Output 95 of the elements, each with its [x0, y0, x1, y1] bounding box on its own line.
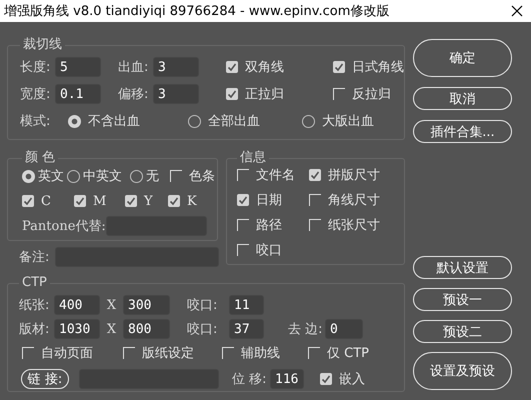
radio-label: 无	[146, 168, 159, 185]
checkbox[interactable]	[168, 195, 180, 207]
dialog-button[interactable]: 确定	[413, 39, 512, 77]
input-field[interactable]: 1030	[54, 319, 100, 339]
input-field[interactable]: 11	[229, 295, 264, 315]
checkbox[interactable]	[74, 195, 86, 207]
input-field[interactable]: 800	[123, 319, 170, 339]
field-label: 出血:	[118, 59, 150, 76]
group-title: 裁切线	[22, 37, 63, 53]
dialog-button[interactable]: 设置及预设	[413, 352, 512, 390]
radio-label: 全部出血	[208, 113, 260, 130]
checkbox[interactable]	[226, 61, 238, 73]
input-field[interactable]: 3	[153, 57, 199, 77]
checkbox-label: 嵌入	[339, 371, 365, 388]
close-icon[interactable]	[511, 5, 523, 17]
checkbox-label: 路径	[256, 217, 282, 234]
input-field[interactable]: 0.1	[55, 84, 101, 104]
field-label: 长度:	[20, 59, 52, 76]
input-field[interactable]: 5	[55, 57, 101, 77]
radio-label: 大版出血	[322, 113, 374, 130]
checkbox[interactable]	[237, 169, 249, 181]
input-field[interactable]: 37	[229, 319, 264, 339]
checkbox-label: 自动页面	[41, 345, 93, 362]
group-title: CTP	[21, 275, 48, 291]
radio-button[interactable]	[68, 114, 81, 128]
checkbox[interactable]	[22, 195, 34, 207]
radio-button[interactable]	[67, 170, 80, 182]
checkbox[interactable]	[308, 347, 320, 359]
field-label: 咬口:	[187, 297, 218, 314]
field-label: 偏移:	[118, 86, 150, 103]
input-field[interactable]: 116	[270, 369, 304, 389]
checkbox-label: 色条	[189, 168, 215, 185]
radio-label: 不含出血	[88, 113, 140, 130]
checkbox[interactable]	[237, 244, 249, 256]
checkbox[interactable]	[22, 347, 34, 359]
checkbox[interactable]	[333, 88, 345, 100]
checkbox[interactable]	[222, 347, 234, 359]
field-label: 备注:	[19, 249, 50, 266]
checkbox-label: 纸张尺寸	[328, 217, 380, 234]
checkbox-label: 反拉归	[352, 86, 391, 103]
checkbox[interactable]	[309, 194, 321, 206]
checkbox-label: 辅助线	[241, 345, 280, 362]
times-label: X	[106, 298, 118, 312]
radio-button[interactable]	[22, 170, 35, 182]
input-field[interactable]: 300	[123, 295, 170, 315]
times-label: X	[106, 322, 118, 336]
checkbox-label: 正拉归	[245, 86, 284, 103]
checkbox-label: 日期	[256, 192, 282, 209]
field-label: 位 移:	[232, 371, 268, 388]
group-title: 信息	[239, 150, 267, 166]
input-field[interactable]: 3	[153, 84, 199, 104]
checkbox-label: C	[41, 194, 51, 208]
dialog-button[interactable]: 取消	[413, 87, 512, 110]
checkbox[interactable]	[226, 88, 238, 100]
checkbox-label: 版纸设定	[142, 345, 194, 362]
radio-button[interactable]	[130, 170, 143, 182]
checkbox-label: 日式角线	[352, 59, 404, 76]
field-label: Pantone代替:	[22, 218, 106, 235]
radio-label: 英文	[38, 168, 64, 185]
field-label: 去 边:	[288, 321, 324, 338]
field-label: 版材:	[19, 321, 50, 338]
input-field[interactable]: 0	[325, 319, 363, 339]
checkbox-label: M	[93, 194, 106, 208]
checkbox[interactable]	[333, 61, 345, 73]
radio-button[interactable]	[188, 114, 201, 128]
dialog-button[interactable]: 预设一	[413, 288, 512, 311]
checkbox[interactable]	[309, 219, 321, 231]
checkbox-label: K	[187, 194, 197, 208]
radio-label: 中英文	[83, 168, 122, 185]
checkbox[interactable]	[123, 347, 135, 359]
checkbox-label: Y	[144, 194, 153, 208]
field-label: 纸张:	[19, 297, 50, 314]
checkbox-label: 拼版尺寸	[328, 167, 380, 184]
dialog-button[interactable]: 默认设置	[413, 256, 512, 279]
checkbox[interactable]	[309, 169, 321, 181]
checkbox-label: 角线尺寸	[328, 192, 380, 209]
dialog-button[interactable]: 插件合集...	[413, 120, 512, 143]
checkbox-label: 咬口	[256, 242, 282, 259]
radio-button[interactable]	[302, 114, 315, 128]
mode-label: 模式:	[20, 113, 52, 130]
checkbox[interactable]	[320, 373, 332, 385]
checkbox[interactable]	[237, 194, 249, 206]
field-label: 宽度:	[20, 86, 52, 103]
checkbox-label: 双角线	[245, 59, 284, 76]
dialog-button[interactable]: 预设二	[413, 320, 512, 343]
link-button[interactable]: 链 接:	[21, 369, 69, 389]
group-title: 颜 色	[24, 150, 56, 166]
checkbox-label: 仅 CTP	[327, 345, 369, 362]
checkbox-label: 文件名	[256, 167, 295, 184]
input-field[interactable]: 400	[54, 295, 100, 315]
checkbox[interactable]	[237, 219, 249, 231]
checkbox[interactable]	[170, 170, 182, 182]
field-label: 咬口:	[187, 321, 218, 338]
window-title: 增强版角线 v8.0 tiandiyiqi 89766284 - www.epinv.com修改版	[4, 3, 390, 20]
checkbox[interactable]	[125, 195, 137, 207]
